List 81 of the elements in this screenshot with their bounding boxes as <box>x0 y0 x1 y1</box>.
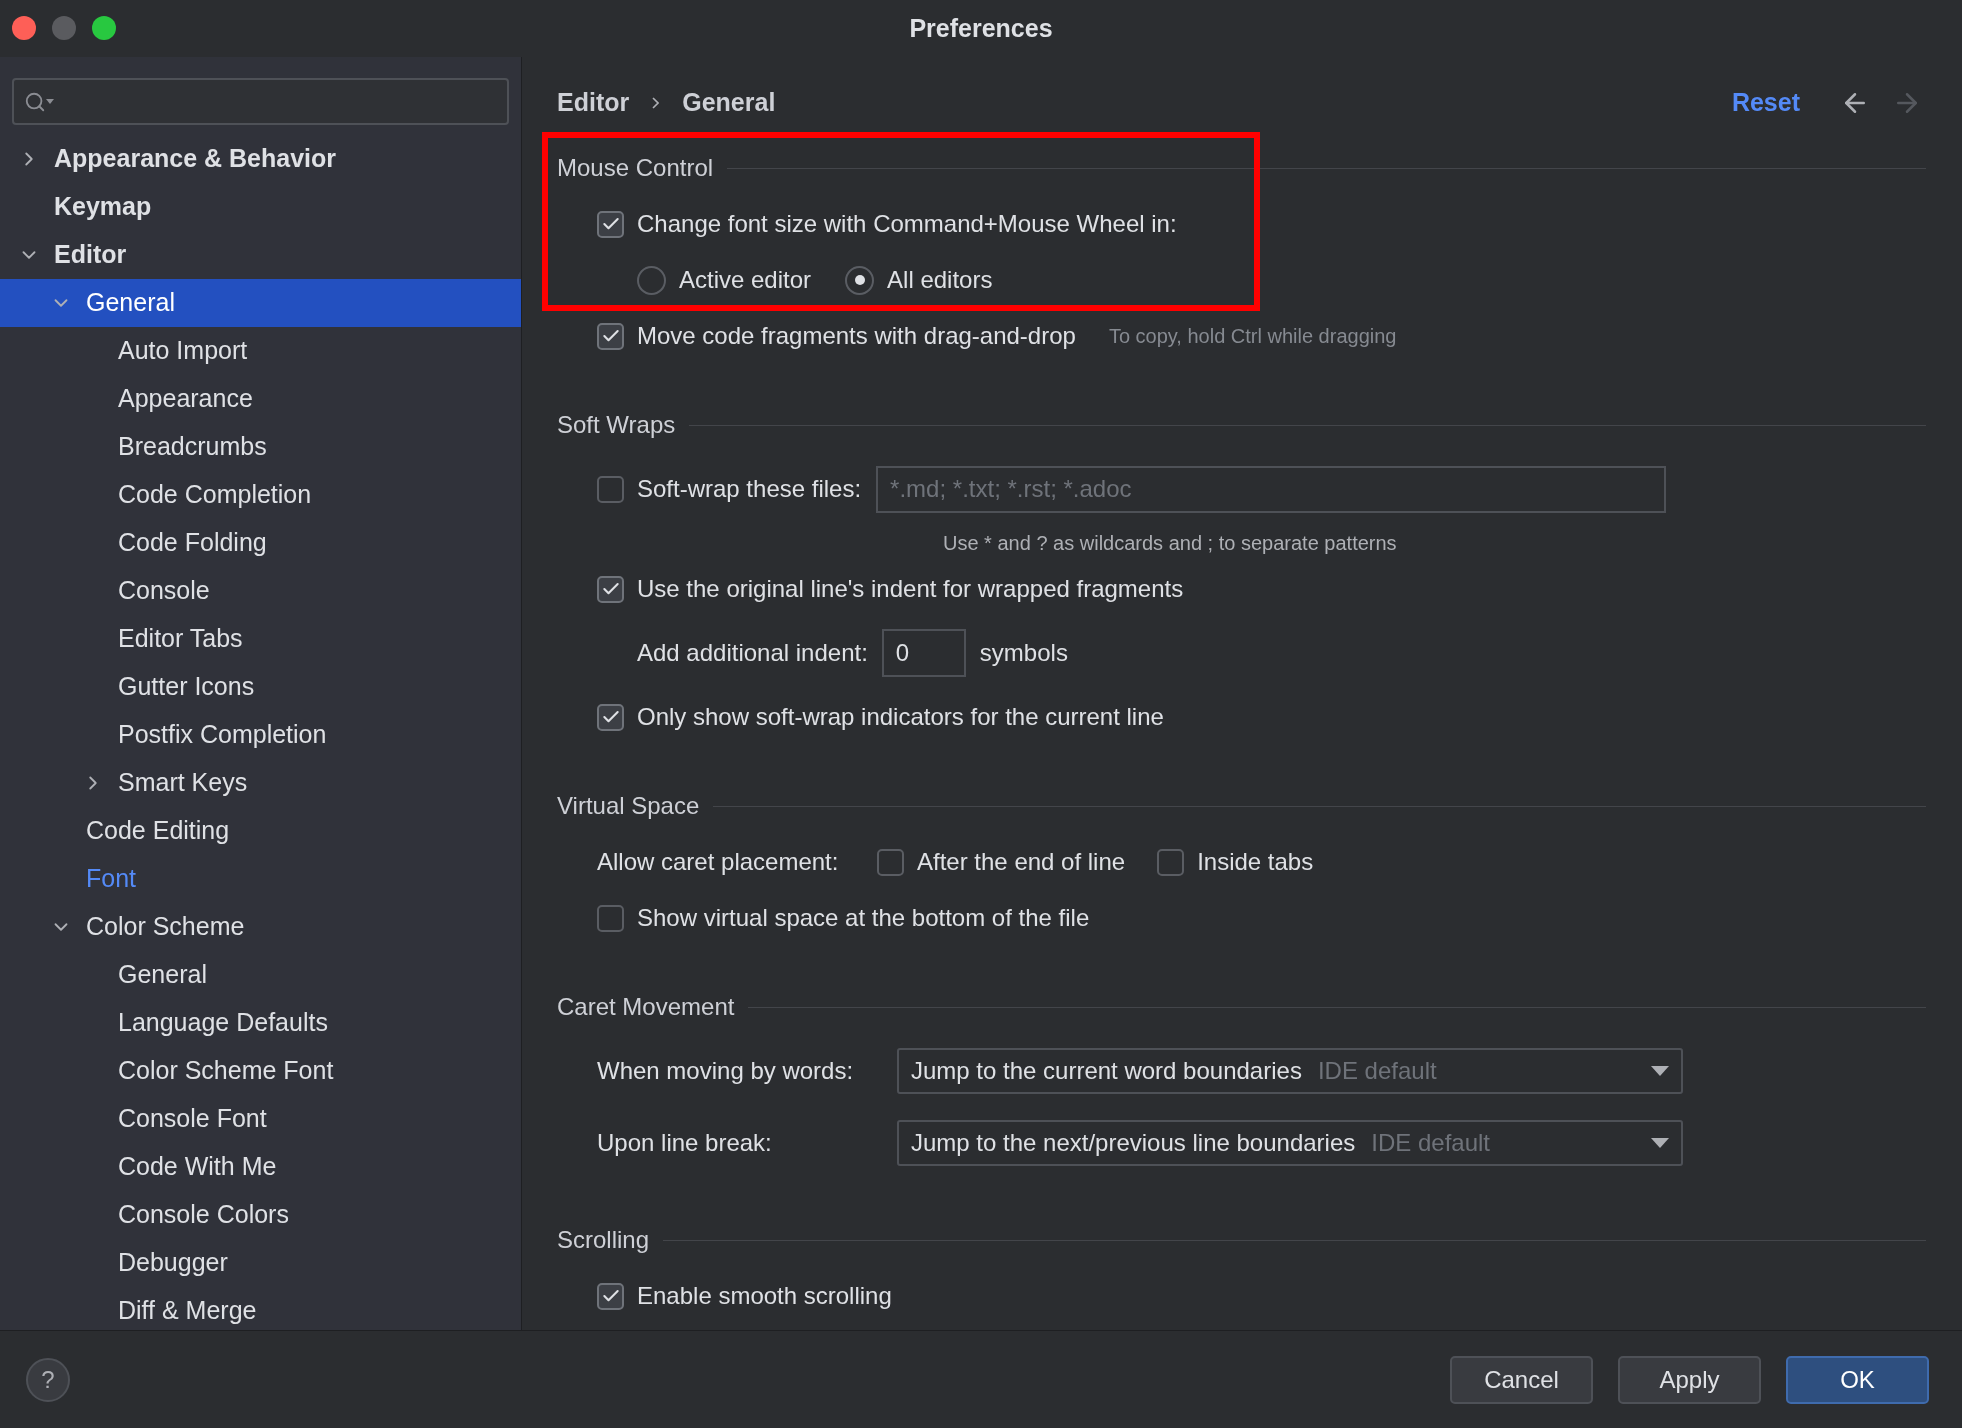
radio-label: Active editor <box>679 265 812 295</box>
checkbox-label: Show virtual space at the bottom of the file <box>637 903 1090 933</box>
sidebar-item[interactable]: Keymap <box>0 183 521 231</box>
checkbox-label: Soft-wrap these files: <box>637 474 862 504</box>
caret-icon <box>1651 1066 1669 1076</box>
breadcrumb-separator-icon <box>652 97 660 109</box>
sidebar-item[interactable]: Color Scheme Font <box>0 1047 521 1095</box>
dropdown[interactable]: Jump to the current word boundaries IDE default <box>897 1048 1683 1094</box>
hint-text: Use * and ? as wildcards and ; to separate patterns <box>943 531 1397 556</box>
field-label: Allow caret placement: <box>597 847 840 877</box>
checkbox-label: Enable smooth scrolling <box>637 1281 892 1311</box>
sidebar-item[interactable]: Postfix Completion <box>0 711 521 759</box>
caret-icon <box>1651 1138 1669 1148</box>
section-title: Scrolling <box>557 1225 650 1255</box>
checkbox-label: Use the original line's indent for wrapped fragments <box>637 574 1184 604</box>
help-button[interactable]: ? <box>26 1357 70 1402</box>
number-field[interactable]: 0 <box>881 629 966 677</box>
sidebar-item[interactable]: Debugger <box>0 1239 521 1287</box>
sidebar-item[interactable]: General <box>0 951 521 999</box>
sidebar-item[interactable]: Editor <box>0 231 521 279</box>
sidebar-item[interactable]: Code Completion <box>0 471 521 519</box>
breadcrumb-item[interactable]: Editor <box>557 84 630 122</box>
checkbox[interactable] <box>597 322 624 350</box>
sidebar-item[interactable]: Breadcrumbs <box>0 423 521 471</box>
radio-button[interactable] <box>637 265 666 295</box>
sidebar-item[interactable]: Code With Me <box>0 1143 521 1191</box>
maximize-window-icon[interactable] <box>92 16 116 40</box>
checkbox-label: Only show soft-wrap indicators for the current line <box>637 702 1164 732</box>
sidebar-item[interactable]: Font <box>0 855 521 903</box>
sidebar-item[interactable]: Gutter Icons <box>0 663 521 711</box>
field-label: Upon line break: <box>597 1128 773 1158</box>
breadcrumb-item[interactable]: General <box>682 84 776 122</box>
dropdown[interactable]: Jump to the next/previous line boundaries IDE default <box>897 1120 1683 1166</box>
checkbox-label: Move code fragments with drag-and-drop <box>637 321 1076 351</box>
checkbox[interactable] <box>597 575 624 603</box>
window-title: Preferences <box>909 12 1053 44</box>
sidebar-item[interactable]: General <box>0 279 521 327</box>
sidebar-item[interactable]: Console Font <box>0 1095 521 1143</box>
checkbox-label: After the end of line <box>917 847 1126 877</box>
search-field[interactable] <box>12 78 509 125</box>
dropdown-value: Jump to the current word boundaries <box>911 1056 1302 1086</box>
sidebar-item[interactable]: Console <box>0 567 521 615</box>
dropdown-note: IDE default <box>1317 1056 1437 1086</box>
sidebar-item[interactable]: Language Defaults <box>0 999 521 1047</box>
checkbox[interactable] <box>597 703 624 731</box>
sidebar-item[interactable]: Console Colors <box>0 1191 521 1239</box>
sidebar-item[interactable]: Appearance <box>0 375 521 423</box>
sidebar-item[interactable]: Editor Tabs <box>0 615 521 663</box>
checkbox[interactable] <box>597 904 624 932</box>
sidebar-item[interactable]: Code Folding <box>0 519 521 567</box>
checkbox-label: Inside tabs <box>1197 847 1314 877</box>
dropdown-value: Jump to the next/previous line boundaries <box>911 1128 1356 1158</box>
sidebar-item[interactable]: Diff & Merge <box>0 1287 521 1330</box>
dropdown-note: IDE default <box>1371 1128 1490 1158</box>
sidebar-item[interactable]: Color Scheme <box>0 903 521 951</box>
field-label: Add additional indent: <box>637 638 868 668</box>
radio-button[interactable] <box>845 265 875 295</box>
primary-button[interactable]: OK <box>1786 1355 1929 1404</box>
checkbox[interactable] <box>597 210 624 238</box>
sidebar-item[interactable]: Appearance & Behavior <box>0 135 521 183</box>
search-icon <box>24 90 54 113</box>
dialog-button[interactable]: Apply <box>1618 1355 1761 1404</box>
checkbox[interactable] <box>597 1282 624 1310</box>
note-text: To copy, hold Ctrl while dragging <box>1108 324 1397 349</box>
sidebar-item[interactable]: Smart Keys <box>0 759 521 807</box>
checkbox[interactable] <box>597 475 624 503</box>
sidebar-item[interactable]: Auto Import <box>0 327 521 375</box>
sidebar-item[interactable]: Code Editing <box>0 807 521 855</box>
field-label: When moving by words: <box>597 1056 855 1086</box>
radio-label: All editors <box>887 265 993 295</box>
close-window-icon[interactable] <box>12 16 36 40</box>
section-title: Virtual Space <box>557 791 700 821</box>
unit-label: symbols <box>979 638 1068 668</box>
checkbox-label: Change font size with Command+Mouse Wheel in: <box>637 209 1177 239</box>
section-title: Mouse Control <box>557 153 714 183</box>
checkbox[interactable] <box>877 848 904 876</box>
checkbox[interactable] <box>1157 848 1185 876</box>
reset-link[interactable]: Reset <box>1731 84 1800 122</box>
section-title: Caret Movement <box>557 992 735 1022</box>
dialog-button[interactable]: Cancel <box>1450 1355 1593 1404</box>
section-title: Soft Wraps <box>557 410 676 440</box>
